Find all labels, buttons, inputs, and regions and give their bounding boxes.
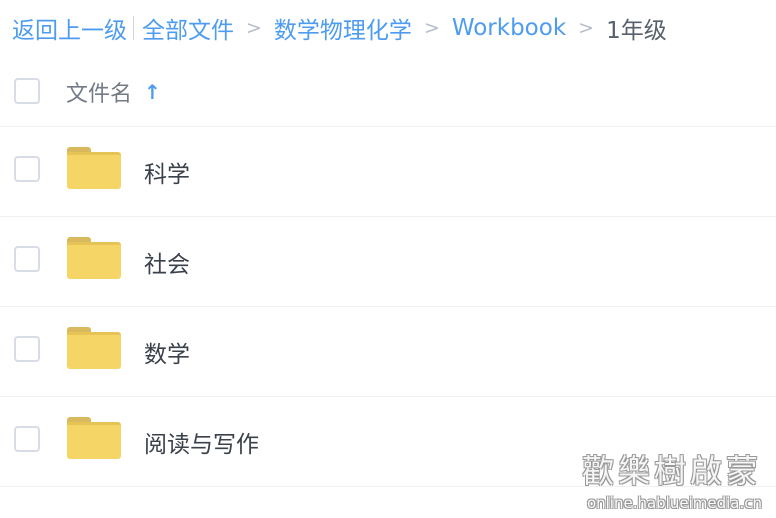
breadcrumb: 返回上一级 全部文件 > 数学物理化学 > Workbook > 1年级 — [12, 10, 667, 46]
list-item[interactable]: 科学 — [0, 127, 776, 217]
select-all-checkbox[interactable] — [14, 78, 40, 104]
back-link[interactable]: 返回上一级 — [12, 11, 127, 45]
file-name[interactable]: 数学 — [144, 335, 190, 369]
breadcrumb-current: 1年级 — [606, 18, 667, 44]
file-name[interactable]: 阅读与写作 — [144, 425, 259, 459]
file-name[interactable]: 社会 — [144, 245, 190, 279]
breadcrumb-item-workbook[interactable]: Workbook — [452, 15, 566, 41]
list-item[interactable]: 数学 — [0, 307, 776, 397]
breadcrumb-separator: > — [423, 17, 440, 39]
sort-ascending-icon[interactable]: ↑ — [144, 80, 161, 104]
breadcrumb-item-all-files[interactable]: 全部文件 — [142, 11, 234, 45]
folder-icon — [67, 417, 121, 459]
name-column-label: 文件名 — [66, 82, 133, 107]
watermark: 歡樂樹啟蒙 online.hablueimedia.cn — [582, 446, 762, 512]
breadcrumb-divider — [133, 16, 134, 40]
folder-icon — [67, 327, 121, 369]
folder-icon — [67, 237, 121, 279]
breadcrumb-item-math-physics-chemistry[interactable]: 数学物理化学 — [274, 11, 412, 45]
list-item[interactable]: 社会 — [0, 217, 776, 307]
row-checkbox[interactable] — [14, 246, 40, 272]
watermark-title: 歡樂樹啟蒙 — [581, 452, 762, 490]
row-checkbox[interactable] — [14, 156, 40, 182]
name-column-header[interactable]: 文件名 ↑ — [66, 76, 161, 108]
breadcrumb-separator: > — [246, 17, 262, 39]
file-name[interactable]: 科学 — [144, 155, 190, 189]
list-header: 文件名 ↑ — [0, 60, 776, 127]
row-checkbox[interactable] — [14, 336, 40, 362]
breadcrumb-separator: > — [578, 17, 595, 39]
folder-icon — [67, 147, 121, 189]
row-checkbox[interactable] — [14, 426, 40, 452]
watermark-url: online.hablueimedia.cn — [586, 494, 762, 512]
